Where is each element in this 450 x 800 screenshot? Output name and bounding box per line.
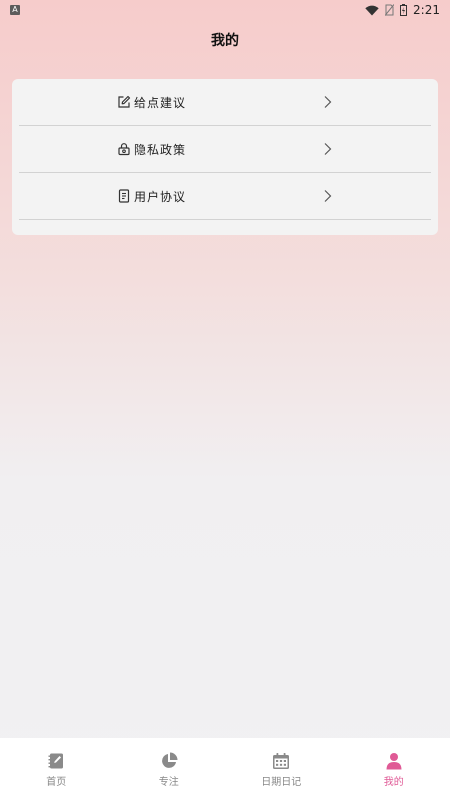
chevron-right-icon <box>324 143 332 155</box>
status-time: 2:21 <box>413 3 440 17</box>
nav-item-focus[interactable]: 专注 <box>113 738 226 800</box>
edit-icon <box>118 95 131 108</box>
nav-item-date-diary[interactable]: 日期日记 <box>225 738 338 800</box>
document-icon <box>118 189 130 203</box>
chevron-right-icon <box>324 96 332 108</box>
menu-item-label: 给点建议 <box>134 96 187 110</box>
wifi-icon <box>365 5 379 15</box>
pie-chart-icon <box>161 752 178 768</box>
chevron-right-icon <box>324 190 332 202</box>
status-bar: A 2:21 <box>0 0 450 20</box>
nav-label: 首页 <box>46 777 67 788</box>
nav-item-mine[interactable]: 我的 <box>338 738 450 800</box>
page-title: 我的 <box>211 33 239 49</box>
nav-label: 日期日记 <box>261 777 302 788</box>
notebook-icon <box>48 753 64 769</box>
menu-item-user-agreement[interactable]: 用户协议 <box>19 173 431 220</box>
calendar-icon <box>273 753 290 769</box>
lock-icon <box>118 143 130 156</box>
menu-item-label: 隐私政策 <box>134 143 187 157</box>
bottom-nav: 首页 专注 日期日记 我的 <box>0 738 450 800</box>
status-left: A <box>10 5 20 15</box>
user-icon <box>386 753 402 770</box>
status-right: 2:21 <box>365 3 440 17</box>
nav-item-home[interactable]: 首页 <box>0 738 113 800</box>
menu-item-feedback[interactable]: 给点建议 <box>19 79 431 126</box>
menu-item-privacy-policy[interactable]: 隐私政策 <box>19 126 431 173</box>
nav-label: 专注 <box>158 777 179 788</box>
no-sim-icon <box>385 4 395 16</box>
app-notification-icon: A <box>10 5 20 15</box>
battery-icon <box>400 4 408 16</box>
nav-label: 我的 <box>383 777 404 788</box>
menu-item-label: 用户协议 <box>134 190 187 204</box>
settings-menu-card: 给点建议 隐私政策 用户协议 <box>12 79 438 235</box>
